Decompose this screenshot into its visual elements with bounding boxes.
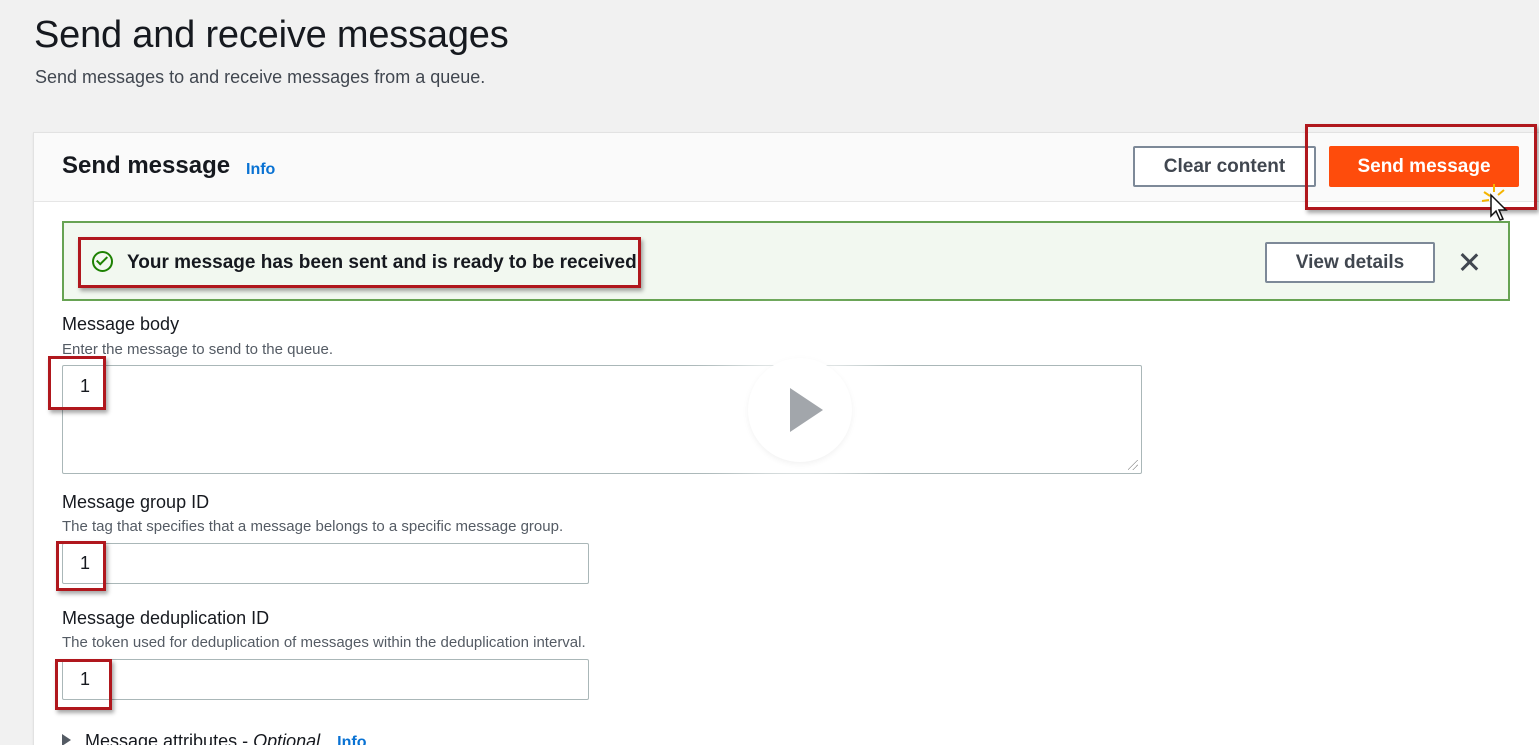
optional-label: Optional xyxy=(253,731,321,745)
message-dedup-id-description: The token used for deduplication of mess… xyxy=(62,634,586,651)
message-dedup-id-label: Message deduplication ID xyxy=(62,608,270,628)
page-subtitle: Send messages to and receive messages fr… xyxy=(35,67,486,87)
flash-message: Your message has been sent and is ready … xyxy=(127,252,642,273)
success-flash: Your message has been sent and is ready … xyxy=(62,221,1510,301)
send-message-button[interactable]: Send message xyxy=(1329,146,1519,187)
message-body-description: Enter the message to send to the queue. xyxy=(62,341,334,358)
page: Send and receive messages Send messages … xyxy=(0,0,1539,745)
message-dedup-id-input[interactable]: 1 xyxy=(62,659,589,700)
close-icon[interactable] xyxy=(1457,250,1481,274)
message-group-id-description: The tag that specifies that a message be… xyxy=(62,518,564,535)
info-link[interactable]: Info xyxy=(246,161,275,179)
clear-content-button[interactable]: Clear content xyxy=(1133,146,1316,187)
caret-right-icon xyxy=(62,734,71,745)
mouse-pointer-icon xyxy=(1481,184,1508,221)
message-body-textarea[interactable]: 1 xyxy=(62,365,1142,474)
message-attributes-label: Message attributes - xyxy=(85,731,254,745)
message-group-id-value: 1 xyxy=(80,553,91,573)
panel-title: Send message xyxy=(62,152,231,179)
message-attributes-toggle[interactable]: Message attributes - Optional Info xyxy=(62,731,366,745)
message-group-id-input[interactable]: 1 xyxy=(62,543,589,584)
message-group-id-label: Message group ID xyxy=(62,492,210,512)
play-button-icon[interactable] xyxy=(748,358,852,462)
attributes-info-link[interactable]: Info xyxy=(337,734,366,745)
page-title: Send and receive messages xyxy=(34,14,509,56)
message-body-value: 1 xyxy=(80,376,91,396)
view-details-button[interactable]: View details xyxy=(1265,242,1435,283)
resize-grip-icon[interactable] xyxy=(1128,460,1138,470)
success-check-icon xyxy=(92,251,113,272)
panel-header: Send message Info Clear content Send mes… xyxy=(34,133,1539,202)
message-body-label: Message body xyxy=(62,314,180,334)
message-dedup-id-value: 1 xyxy=(80,669,91,689)
